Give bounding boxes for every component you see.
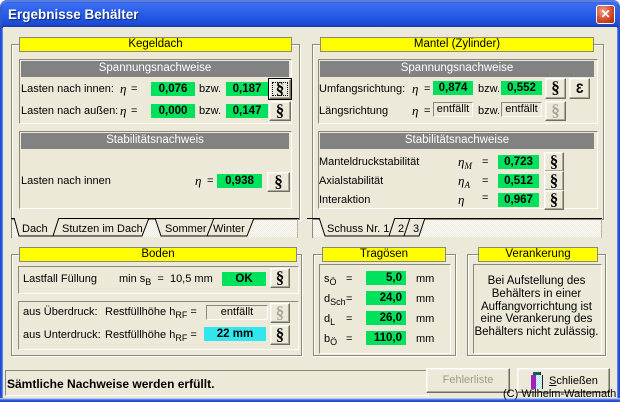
svg-text:2: 2 [398, 223, 404, 235]
svg-text:Sommer: Sommer [165, 223, 207, 235]
svg-text:Schuss Nr. 1: Schuss Nr. 1 [327, 223, 389, 235]
svg-text:3: 3 [413, 223, 419, 235]
svg-text:Winter: Winter [213, 223, 245, 235]
svg-text:Stutzen im Dach: Stutzen im Dach [62, 223, 143, 235]
svg-text:Dach: Dach [22, 223, 48, 235]
